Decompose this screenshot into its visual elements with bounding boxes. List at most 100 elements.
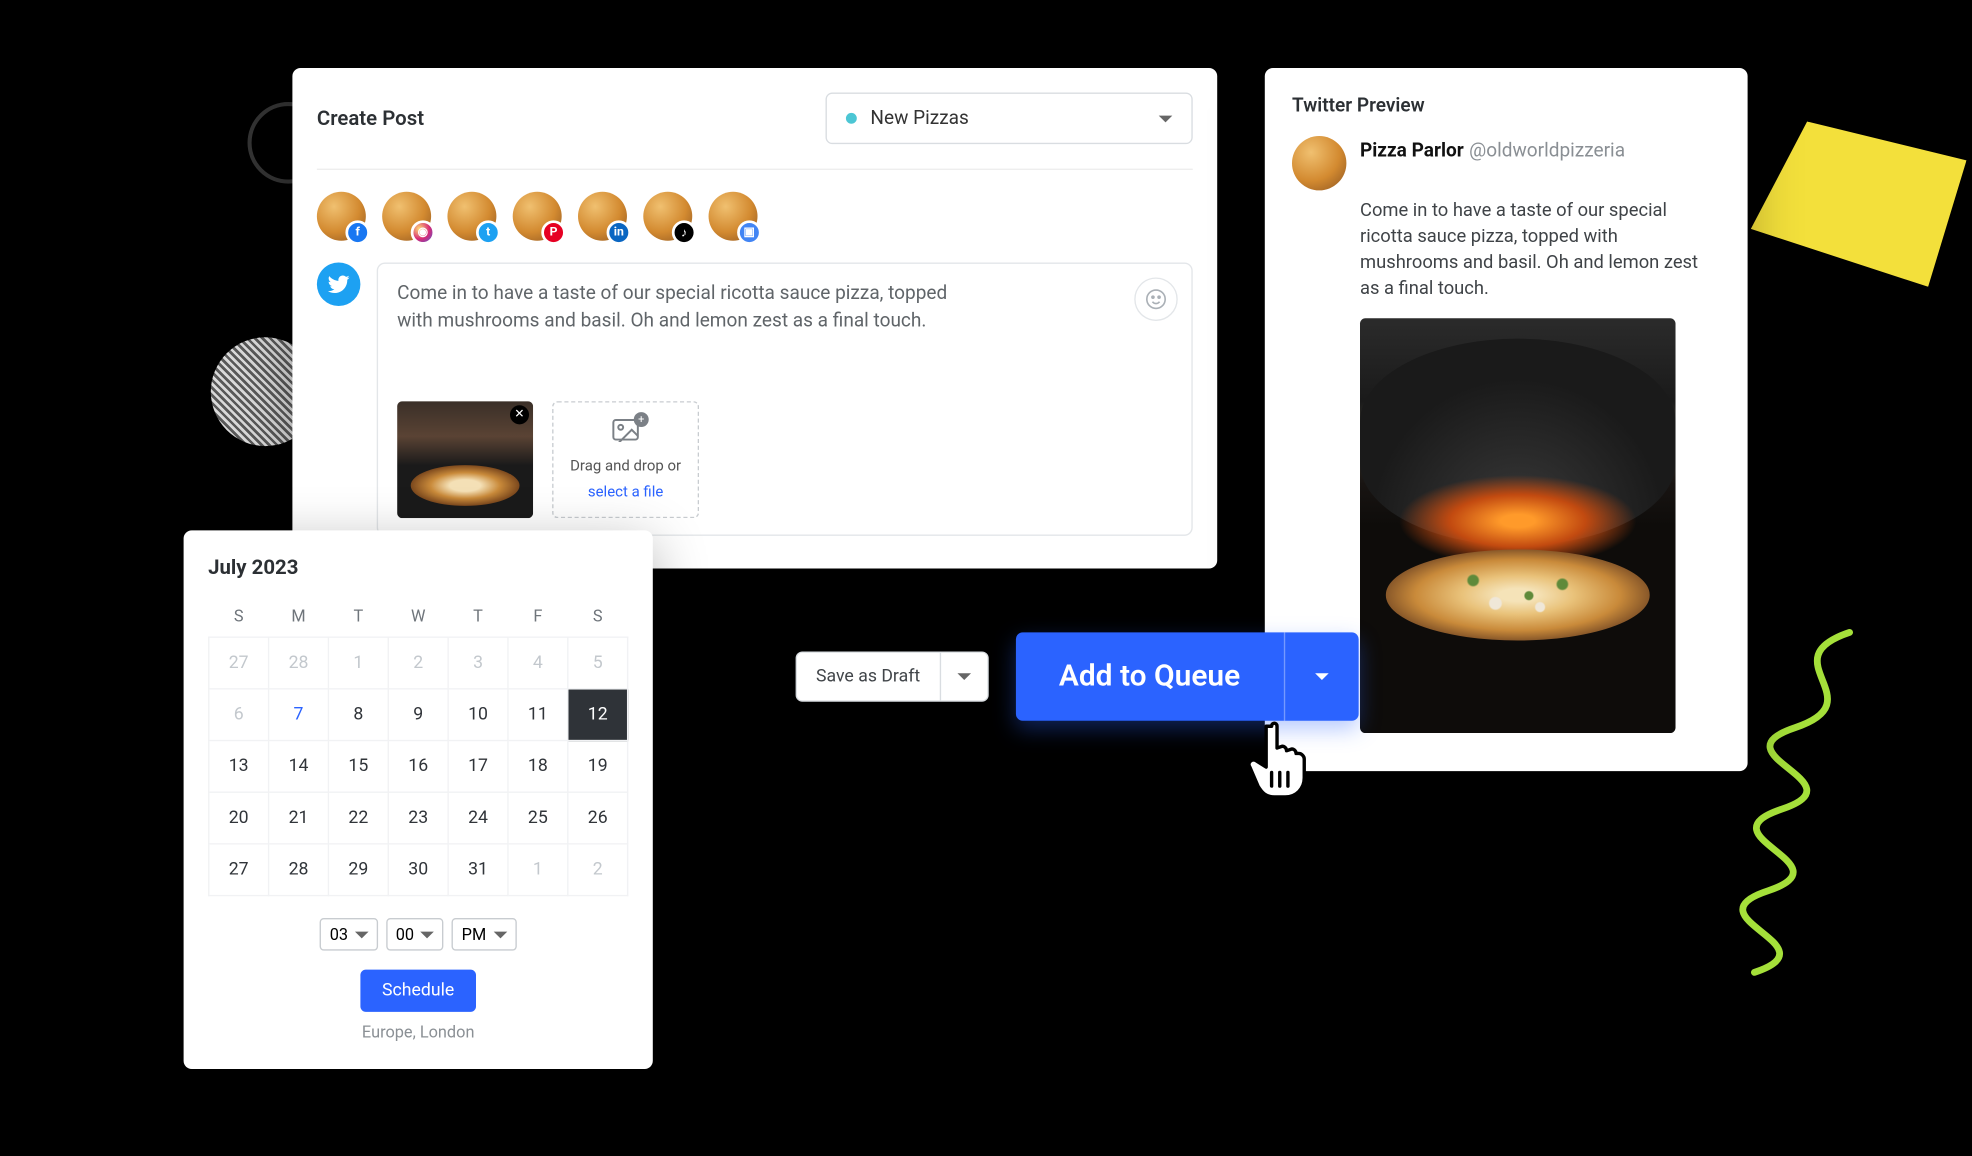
twitter-icon xyxy=(317,262,361,306)
minute-value: 00 xyxy=(396,925,414,944)
chevron-down-icon xyxy=(1315,673,1329,680)
queue-dropdown-toggle[interactable] xyxy=(1284,632,1359,720)
calendar-day[interactable]: 23 xyxy=(388,792,448,844)
calendar-day[interactable]: 8 xyxy=(328,689,388,741)
preview-image xyxy=(1360,318,1676,733)
channel-google-business[interactable]: ▣ xyxy=(709,192,758,241)
calendar-day[interactable]: 3 xyxy=(448,637,508,689)
calendar-dow: S xyxy=(568,596,628,637)
preview-account-name: Pizza Parlor xyxy=(1360,140,1464,162)
draft-button-label: Save as Draft xyxy=(797,653,939,701)
preview-account-handle: @oldworldpizzeria xyxy=(1469,140,1625,162)
image-upload-icon xyxy=(611,418,641,449)
facebook-icon: f xyxy=(345,220,369,244)
add-to-queue-button[interactable]: Add to Queue xyxy=(1015,632,1358,720)
linkedin-icon: in xyxy=(607,220,631,244)
calendar-day[interactable]: 11 xyxy=(508,689,568,741)
pinterest-icon: P xyxy=(541,220,565,244)
calendar-dow: S xyxy=(209,596,269,637)
calendar-day[interactable]: 13 xyxy=(209,741,269,793)
preview-title: Twitter Preview xyxy=(1292,95,1720,117)
channel-pinterest[interactable]: P xyxy=(513,192,562,241)
calendar-day[interactable]: 10 xyxy=(448,689,508,741)
calendar-day[interactable]: 9 xyxy=(388,689,448,741)
calendar-day[interactable]: 20 xyxy=(209,792,269,844)
attached-image-thumbnail[interactable]: ✕ xyxy=(397,401,533,518)
calendar-day[interactable]: 24 xyxy=(448,792,508,844)
calendar-day[interactable]: 31 xyxy=(448,844,508,896)
calendar-day[interactable]: 17 xyxy=(448,741,508,793)
campaign-label: New Pizzas xyxy=(870,107,1145,129)
file-dropzone[interactable]: Drag and drop or select a file xyxy=(552,401,699,518)
calendar-day[interactable]: 14 xyxy=(269,741,329,793)
create-post-title: Create Post xyxy=(317,106,424,130)
calendar-dow: F xyxy=(508,596,568,637)
calendar-day[interactable]: 1 xyxy=(508,844,568,896)
cursor-hand-icon xyxy=(1244,718,1315,800)
channel-tiktok[interactable]: ♪ xyxy=(643,192,692,241)
calendar-day[interactable]: 27 xyxy=(209,844,269,896)
calendar-month-title: July 2023 xyxy=(208,555,628,579)
calendar-dow: T xyxy=(328,596,388,637)
chevron-down-icon xyxy=(1159,115,1173,122)
calendar-dow: T xyxy=(448,596,508,637)
calendar-day[interactable]: 5 xyxy=(568,637,628,689)
select-file-link[interactable]: select a file xyxy=(588,483,663,501)
calendar-day[interactable]: 4 xyxy=(508,637,568,689)
preview-avatar xyxy=(1292,136,1346,190)
google-business-icon: ▣ xyxy=(737,220,761,244)
calendar-day[interactable]: 2 xyxy=(388,637,448,689)
queue-button-label: Add to Queue xyxy=(1015,632,1283,720)
calendar-day[interactable]: 29 xyxy=(328,844,388,896)
instagram-icon: ◉ xyxy=(411,220,435,244)
schedule-calendar-panel: July 2023 SMTWTFS 2728123456789101112131… xyxy=(184,530,653,1069)
channel-instagram[interactable]: ◉ xyxy=(382,192,431,241)
save-as-draft-button[interactable]: Save as Draft xyxy=(796,651,989,701)
calendar-day[interactable]: 28 xyxy=(269,637,329,689)
post-composer[interactable]: Come in to have a taste of our special r… xyxy=(377,262,1193,535)
chevron-down-icon xyxy=(957,673,971,680)
calendar-day[interactable]: 7 xyxy=(269,689,329,741)
calendar-day[interactable]: 18 xyxy=(508,741,568,793)
calendar-day[interactable]: 19 xyxy=(568,741,628,793)
calendar-day[interactable]: 21 xyxy=(269,792,329,844)
close-icon: ✕ xyxy=(514,407,524,421)
chevron-down-icon xyxy=(355,931,369,938)
ampm-select[interactable]: PM xyxy=(452,918,516,951)
channel-twitter[interactable]: t xyxy=(447,192,496,241)
calendar-day[interactable]: 25 xyxy=(508,792,568,844)
chevron-down-icon xyxy=(493,931,507,938)
draft-dropdown-toggle[interactable] xyxy=(939,653,987,701)
calendar-day[interactable]: 27 xyxy=(209,637,269,689)
calendar-day[interactable]: 6 xyxy=(209,689,269,741)
calendar-day[interactable]: 2 xyxy=(568,844,628,896)
channel-linkedin[interactable]: in xyxy=(578,192,627,241)
calendar-day[interactable]: 26 xyxy=(568,792,628,844)
calendar-day[interactable]: 16 xyxy=(388,741,448,793)
campaign-select[interactable]: New Pizzas xyxy=(826,92,1193,144)
calendar-day[interactable]: 28 xyxy=(269,844,329,896)
channel-selector-row: f ◉ t Pin ♪ ▣ xyxy=(317,192,1193,241)
calendar-day[interactable]: 22 xyxy=(328,792,388,844)
ampm-value: PM xyxy=(462,925,487,944)
hour-select[interactable]: 03 xyxy=(320,918,378,951)
calendar-day[interactable]: 15 xyxy=(328,741,388,793)
dropzone-text: Drag and drop or xyxy=(570,457,681,475)
chevron-down-icon xyxy=(421,931,435,938)
create-post-panel: Create Post New Pizzas f ◉ t Pin ♪ ▣ Come in … xyxy=(292,68,1217,568)
minute-select[interactable]: 00 xyxy=(386,918,444,951)
channel-facebook[interactable]: f xyxy=(317,192,366,241)
tiktok-icon: ♪ xyxy=(672,220,696,244)
hour-value: 03 xyxy=(330,925,348,944)
remove-attachment-button[interactable]: ✕ xyxy=(510,405,529,424)
emoji-picker-button[interactable] xyxy=(1134,277,1178,321)
timezone-label: Europe, London xyxy=(208,1023,628,1042)
calendar-dow: M xyxy=(269,596,329,637)
calendar-day[interactable]: 12 xyxy=(568,689,628,741)
schedule-button[interactable]: Schedule xyxy=(360,970,476,1012)
calendar-day[interactable]: 30 xyxy=(388,844,448,896)
preview-body-text: Come in to have a taste of our special r… xyxy=(1360,199,1720,302)
calendar-dow: W xyxy=(388,596,448,637)
calendar-day[interactable]: 1 xyxy=(328,637,388,689)
campaign-color-dot xyxy=(846,113,857,124)
